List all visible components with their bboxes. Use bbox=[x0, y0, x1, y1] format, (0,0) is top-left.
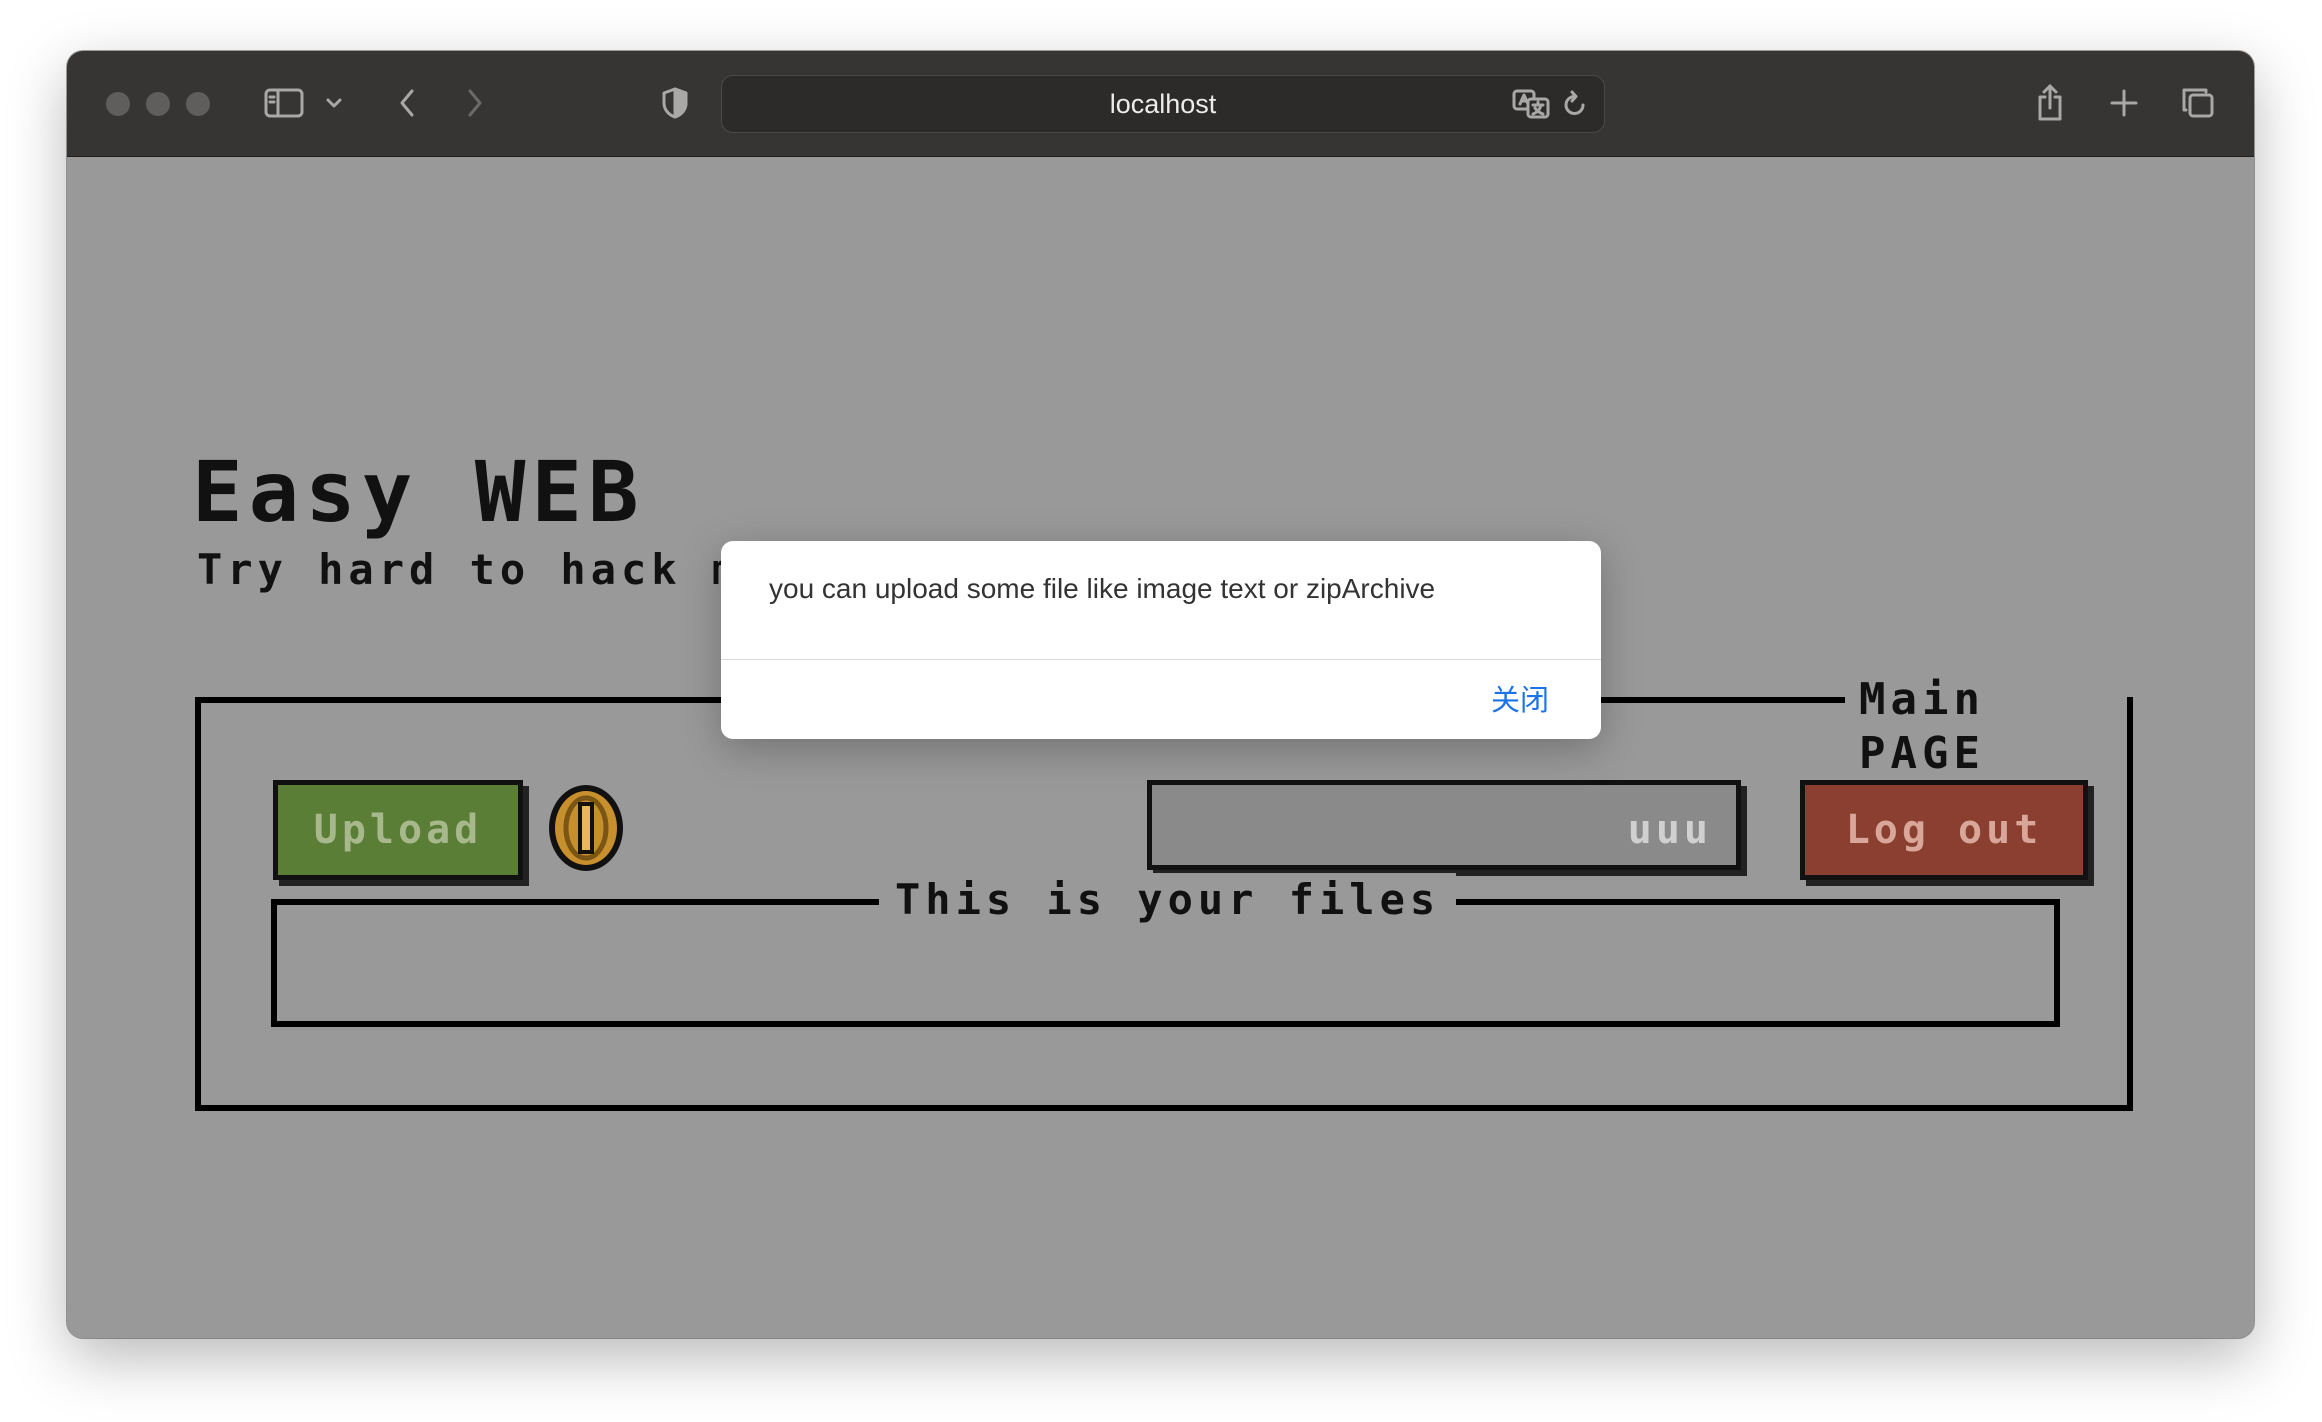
alert-message: you can upload some file like image text… bbox=[769, 573, 1436, 604]
alert-dialog: you can upload some file like image text… bbox=[721, 541, 1601, 739]
alert-close-button[interactable]: 关闭 bbox=[1491, 681, 1549, 721]
alert-divider bbox=[721, 659, 1601, 660]
browser-window: localhost Easy WEB Try hard to hack me M… bbox=[67, 51, 2254, 1338]
alert-overlay: you can upload some file like image text… bbox=[67, 51, 2254, 1338]
